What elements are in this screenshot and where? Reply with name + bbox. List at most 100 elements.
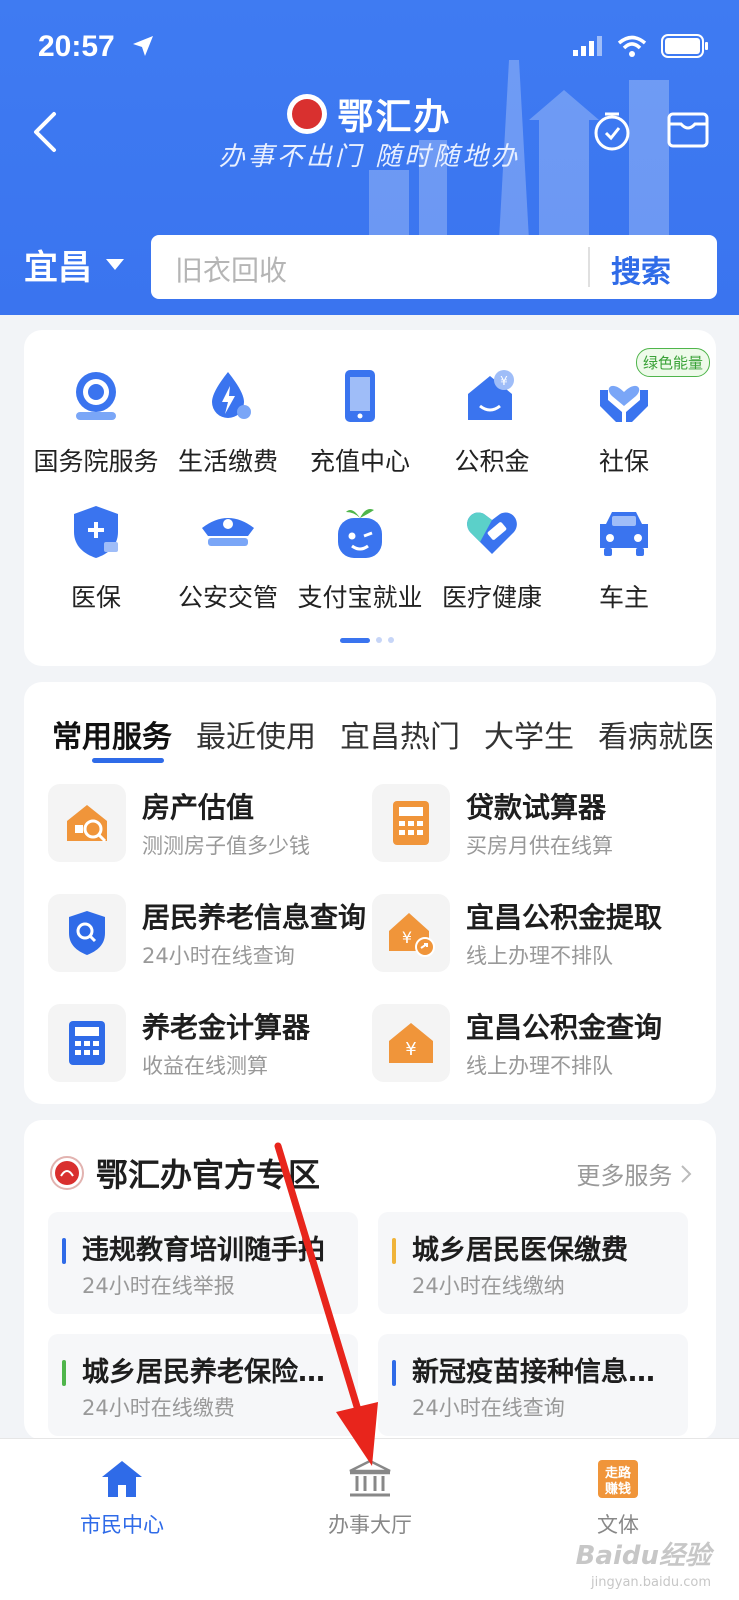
medical-insurance-icon [74, 506, 118, 558]
baidu-watermark-url: jingyan.baidu.com [591, 1575, 711, 1590]
svg-text:¥: ¥ [500, 374, 508, 388]
zone-item-pension-payment[interactable]: 城乡居民养老保险缴费 24小时在线缴费 [48, 1334, 358, 1436]
grid-item-label: 充值中心 [309, 447, 410, 476]
car-owner-icon [600, 512, 648, 556]
zone-item-subtitle: 24小时在线查询 [412, 1396, 565, 1420]
housing-fund-icon: ¥ [468, 370, 514, 420]
zone-item-title: 新冠疫苗接种信息查询 [412, 1357, 674, 1388]
grid-item-label: 医保 [70, 583, 121, 612]
active-tab-underline [92, 758, 164, 763]
nav-citizen-center[interactable]: 市民中心 [42, 1459, 202, 1539]
search-divider [588, 247, 590, 287]
service-subtitle: 买房月供在线算 [466, 834, 613, 858]
city-name: 宜昌 [24, 248, 92, 288]
svg-text:¥: ¥ [405, 1039, 416, 1060]
zone-item-marker [62, 1360, 66, 1386]
chevron-right-icon [681, 1165, 692, 1183]
service-fund-withdraw[interactable]: ¥ 宜昌公积金提取 线上办理不排队 [372, 894, 692, 974]
page-dot [388, 637, 394, 643]
grid-item-label: 公积金 [454, 447, 530, 476]
nav-government-hall[interactable]: 办事大厅 [290, 1459, 450, 1539]
service-title: 宜昌公积金提取 [466, 901, 663, 934]
nav-label: 市民中心 [80, 1513, 164, 1537]
service-fund-query[interactable]: ¥ 宜昌公积金查询 线上办理不排队 [372, 1004, 692, 1084]
home-icon [102, 1461, 142, 1497]
service-title: 房产估值 [142, 791, 255, 824]
culture-sports-icon: 走路赚钱 [598, 1460, 638, 1498]
service-subtitle: 线上办理不排队 [466, 1054, 613, 1078]
page-indicator [340, 637, 394, 643]
alipay-employment-icon [338, 509, 382, 558]
state-council-icon [76, 372, 116, 420]
timer-icon[interactable] [590, 108, 634, 152]
zone-item-vaccine-query[interactable]: 新冠疫苗接种信息查询 24小时在线查询 [378, 1334, 688, 1436]
government-hall-icon [349, 1459, 391, 1497]
wifi-icon [617, 35, 647, 57]
status-bar: 20:57 [0, 0, 739, 90]
grid-item-utility-payment[interactable]: 生活缴费 [159, 366, 297, 478]
caret-down-icon [106, 258, 124, 270]
zone-item-title: 违规教育培训随手拍 [82, 1235, 325, 1266]
nav-culture-sports[interactable]: 走路 赚钱 文体 [538, 1459, 698, 1539]
grid-item-label: 医疗健康 [441, 583, 542, 612]
tab-recent[interactable]: 最近使用 [196, 712, 316, 756]
search-bar[interactable]: 旧衣回收 搜索 [151, 235, 717, 299]
grid-item-recharge[interactable]: 充值中心 [291, 366, 429, 478]
grid-item-police-traffic[interactable]: 公安交管 [159, 502, 297, 614]
grid-item-alipay-employment[interactable]: 支付宝就业 [291, 502, 429, 614]
tab-medical[interactable]: 看病就医 [598, 712, 712, 756]
grid-item-label: 国务院服务 [33, 447, 159, 476]
svg-text:走路: 走路 [605, 1465, 632, 1481]
app-name: 鄂汇办 [337, 97, 452, 138]
zone-title: 鄂汇办官方专区 [96, 1156, 321, 1194]
cellular-signal-icon [573, 36, 602, 56]
battery-icon [661, 34, 708, 58]
service-house-value[interactable]: 房产估值 测测房子值多少钱 [48, 784, 368, 864]
page-dot [376, 637, 382, 643]
service-pension-info[interactable]: 居民养老信息查询 24小时在线查询 [48, 894, 368, 974]
zone-item-education-report[interactable]: 违规教育培训随手拍 24小时在线举报 [48, 1212, 358, 1314]
grid-item-health[interactable]: 医疗健康 [423, 502, 561, 614]
tab-common[interactable]: 常用服务 [52, 712, 172, 756]
zone-item-subtitle: 24小时在线缴费 [82, 1396, 235, 1420]
police-traffic-icon [202, 518, 254, 546]
pension-search-icon [48, 894, 126, 972]
tab-college[interactable]: 大学生 [484, 712, 574, 756]
service-loan-calculator[interactable]: 贷款试算器 买房月供在线算 [372, 784, 692, 864]
pension-calculator-icon [48, 1004, 126, 1082]
grid-item-label: 公安交管 [177, 583, 278, 612]
zone-item-marker [62, 1238, 66, 1264]
loan-calculator-icon [372, 784, 450, 862]
tab-yichang-hot[interactable]: 宜昌热门 [340, 712, 460, 756]
grid-item-medical-insurance[interactable]: 医保 [27, 502, 165, 614]
bottom-nav: 市民中心 办事大厅 走路 赚钱 文体 Baidu经验 jingyan.baidu.… [0, 1438, 739, 1600]
grid-item-label: 车主 [598, 583, 649, 612]
zone-item-subtitle: 24小时在线举报 [82, 1274, 235, 1298]
service-title: 贷款试算器 [466, 791, 607, 824]
grid-item-housing-fund[interactable]: ¥ 公积金 [423, 366, 561, 478]
quick-services-grid: 绿色能量 国务院服务 生活缴费 充值中心 ¥ 公积金 社保 医保 公安交管 支付… [24, 330, 716, 666]
status-time: 20:57 [38, 30, 115, 63]
service-title: 养老金计算器 [142, 1011, 311, 1044]
nav-label: 办事大厅 [328, 1513, 412, 1537]
app-logo-badge [287, 94, 328, 134]
grid-item-state-council[interactable]: 国务院服务 [27, 366, 165, 478]
service-tabs: 常用服务 最近使用 宜昌热门 大学生 看病就医 [52, 712, 712, 756]
app-header: 20:57 鄂汇办 办事不出门 随时随地办 宜昌 旧衣回收 搜索 [0, 0, 739, 315]
grid-item-social-security[interactable]: 社保 [555, 366, 693, 478]
recharge-phone-icon [345, 370, 375, 422]
grid-item-car-owner[interactable]: 车主 [555, 502, 693, 614]
house-value-icon [48, 784, 126, 862]
search-input[interactable]: 旧衣回收 [175, 249, 287, 289]
page-dot-active [340, 637, 370, 643]
official-zone: 鄂汇办官方专区 更多服务 违规教育培训随手拍 24小时在线举报 城乡居民医保缴费… [24, 1120, 716, 1440]
card-wallet-icon[interactable] [666, 108, 710, 152]
location-arrow-icon [133, 36, 153, 56]
social-security-icon [600, 385, 648, 422]
zone-item-medical-payment[interactable]: 城乡居民医保缴费 24小时在线缴纳 [378, 1212, 688, 1314]
search-button[interactable]: 搜索 [611, 247, 671, 291]
service-pension-calculator[interactable]: 养老金计算器 收益在线测算 [48, 1004, 368, 1084]
service-subtitle: 测测房子值多少钱 [142, 834, 310, 858]
city-selector[interactable]: 宜昌 [24, 240, 124, 289]
more-services-link[interactable]: 更多服务 [576, 1156, 692, 1191]
